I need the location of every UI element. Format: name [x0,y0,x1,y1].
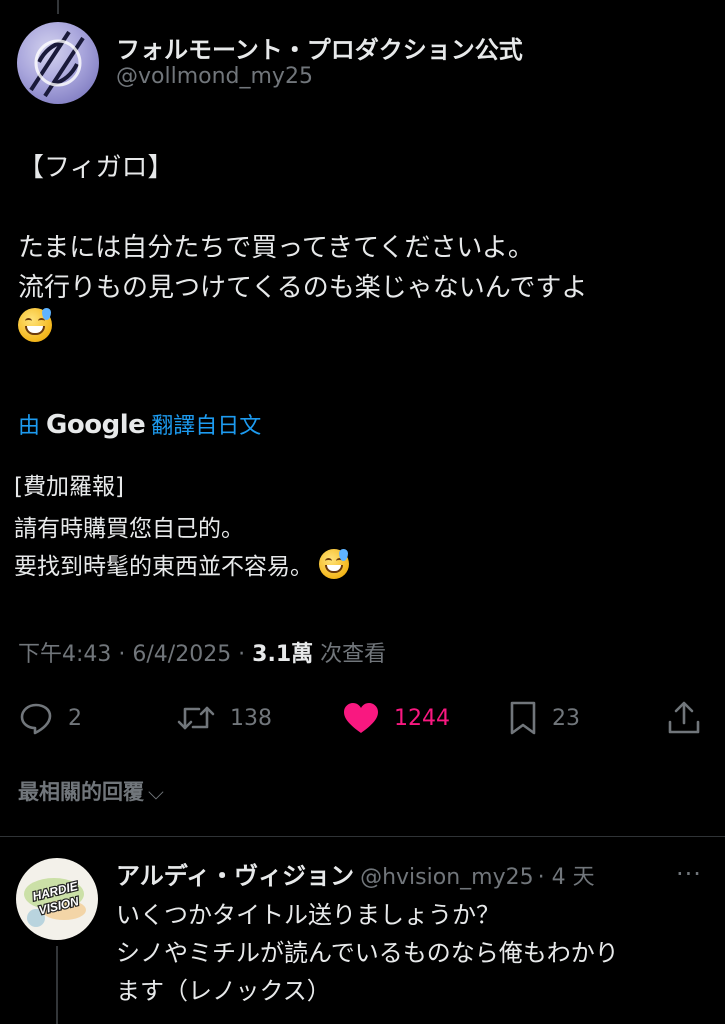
reply-author-handle[interactable]: @hvision_my25 [360,865,534,890]
translated-line: 請有時購買您自己的。 [14,516,244,542]
google-logo: Google [46,410,146,440]
replies-sort-dropdown[interactable]: 最相關的回覆 ⌵ [18,776,164,806]
post-line: たまには自分たちで買ってきてくださいよ。 [18,233,534,263]
translated-text: [費加羅報] 請有時購買您自己的。 要找到時髦的東西並不容易。 [14,468,704,586]
translation-prefix: 由 [18,414,41,439]
post-text: 【フィガロ】 たまには自分たちで買ってきてくださいよ。 流行りもの見つけてくるの… [18,148,708,348]
post-meta: 下午4:43 · 6/4/2025 · 3.1萬 次查看 [18,636,386,668]
like-button[interactable]: 1244 [342,696,450,740]
thread-connector-line [56,946,58,1024]
post-line: 流行りもの見つけてくるのも楽じゃないんですよ [18,273,588,303]
reply-text: いくつかタイトル送りましょうか？ シノやミチルが読んでいるものなら俺もわかり ま… [116,896,706,1010]
reply-author-avatar[interactable]: HARDIE VISION [16,858,98,940]
reply-button[interactable]: 2 [18,696,82,740]
hardie-vision-logo-icon: HARDIE VISION [24,877,86,927]
bookmark-count: 23 [552,705,580,731]
retweet-count: 138 [230,705,272,731]
reply-header: アルディ・ヴィジョン @hvision_my25 · 4 天 [116,856,595,891]
reply-line: シノやミチルが読んでいるものなら俺もわかり [116,939,619,967]
views-count: 3.1萬 [252,642,314,667]
author-avatar[interactable] [17,22,99,104]
sweat-smile-emoji-icon [18,308,52,342]
bookmark-button[interactable]: 23 [508,696,580,740]
reply-line: いくつかタイトル送りましょうか？ [116,901,500,929]
like-count: 1244 [394,705,450,731]
translated-line: [費加羅報] [14,474,124,500]
share-button[interactable] [666,696,702,740]
heart-icon [344,703,378,733]
author-handle[interactable]: @vollmond_my25 [116,64,313,89]
translated-line: 要找到時髦的東西並不容易。 [14,554,313,580]
bookmark-icon [510,701,536,735]
reply-icon [20,703,52,735]
retweet-button[interactable]: 138 [176,696,272,740]
reply-count: 2 [68,705,82,731]
post-line: 【フィガロ】 [18,153,174,183]
production-logo-icon [29,30,85,98]
reply-line: ます（レノックス） [116,977,331,1005]
replies-sort-label: 最相關的回覆 [18,780,144,804]
author-name[interactable]: フォルモーント・プロダクション公式 [116,30,523,65]
reply-age[interactable]: · 4 天 [538,865,595,890]
action-bar: 2 138 1244 23 [0,696,725,740]
share-icon [668,701,700,734]
views-label: 次查看 [313,642,387,667]
more-options-icon[interactable]: ··· [676,860,702,888]
divider [0,836,725,837]
translation-label[interactable]: 翻譯自日文 [151,414,261,439]
chevron-down-icon: ⌵ [148,780,164,804]
translation-attribution[interactable]: 由 Google 翻譯自日文 [18,408,261,440]
sweat-smile-emoji-icon [319,549,349,579]
reply-author-name[interactable]: アルディ・ヴィジョン [116,862,354,890]
thread-connector-line [57,0,59,14]
post-timestamp[interactable]: 下午4:43 · 6/4/2025 · [18,642,252,667]
retweet-icon [177,706,215,730]
